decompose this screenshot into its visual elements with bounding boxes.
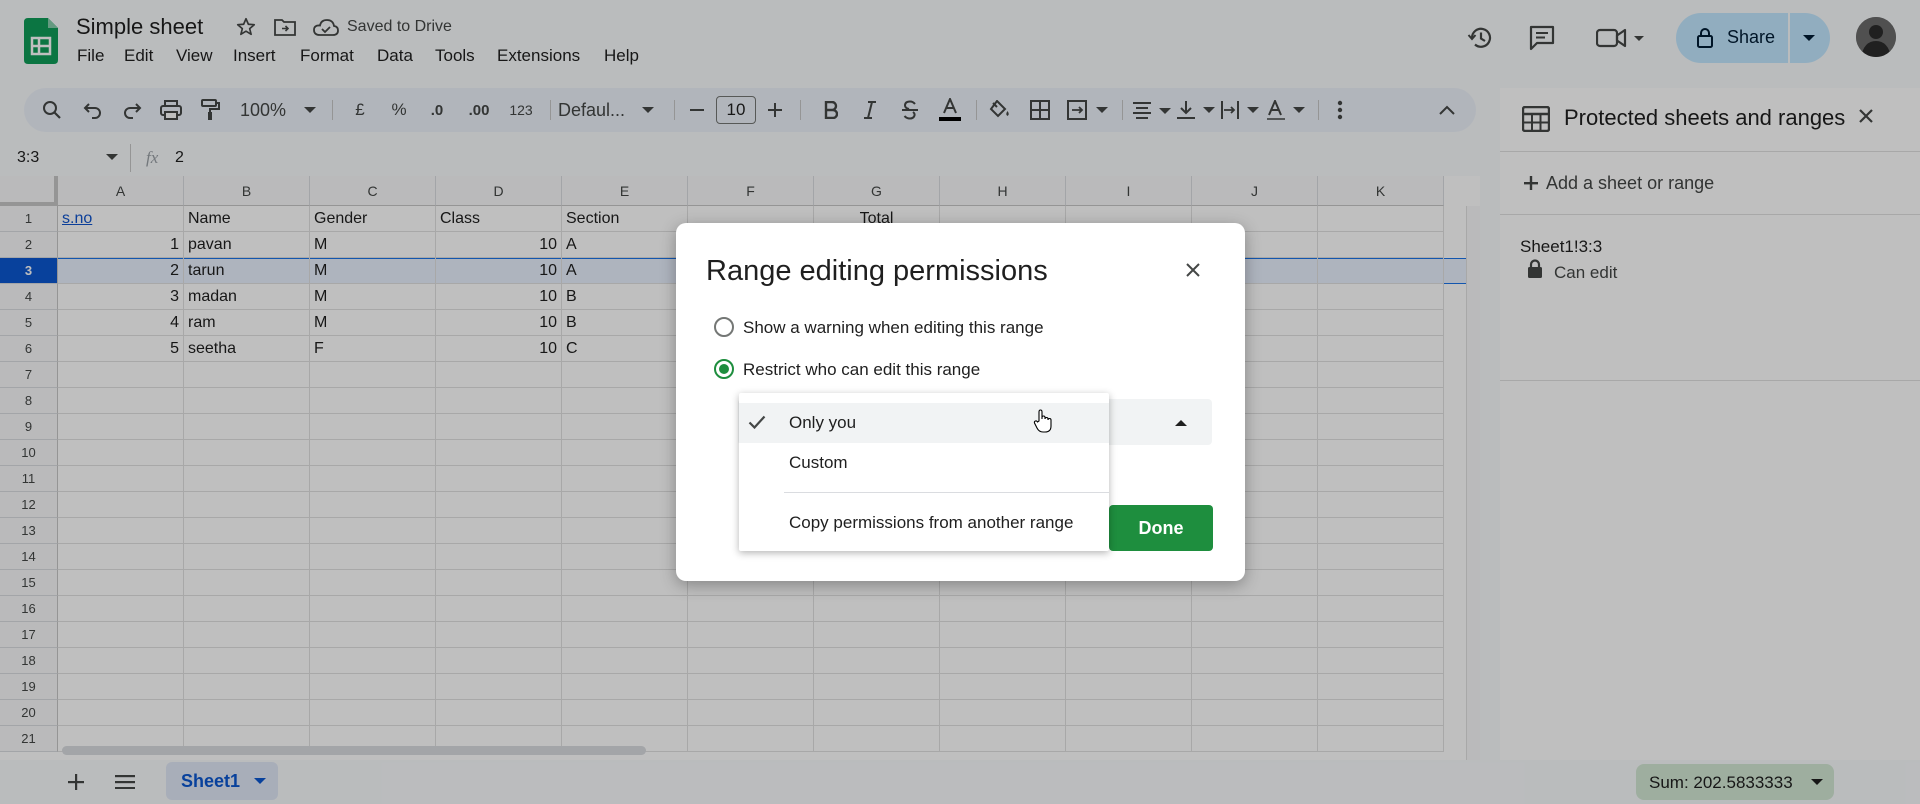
radio-show-warning-label[interactable]: Show a warning when editing this range [743,318,1044,338]
dropdown-option-label: Custom [789,453,848,472]
done-button[interactable]: Done [1109,505,1213,551]
radio-restrict-editing-label[interactable]: Restrict who can edit this range [743,360,980,380]
dropdown-option-label: Only you [789,413,857,432]
dialog-title: Range editing permissions [706,255,1048,287]
dropdown-option-label: Copy permissions from another range [789,513,1074,532]
dropdown-option-only-you[interactable]: Only you [739,403,1109,443]
radio-show-warning[interactable] [714,317,734,337]
close-dialog-icon[interactable] [1185,262,1201,278]
dropdown-option-copy-permissions[interactable]: Copy permissions from another range [739,501,1109,541]
hand-cursor-icon [1033,409,1053,433]
checkmark-icon [748,415,766,429]
dropdown-divider [784,492,1109,493]
select-arrow-up-icon [1175,419,1187,426]
dropdown-option-custom[interactable]: Custom [739,443,1109,483]
radio-restrict-editing[interactable] [714,359,734,379]
permission-dropdown-menu: Only you Custom Copy permissions from an… [739,393,1109,551]
radio-dot [719,364,729,374]
